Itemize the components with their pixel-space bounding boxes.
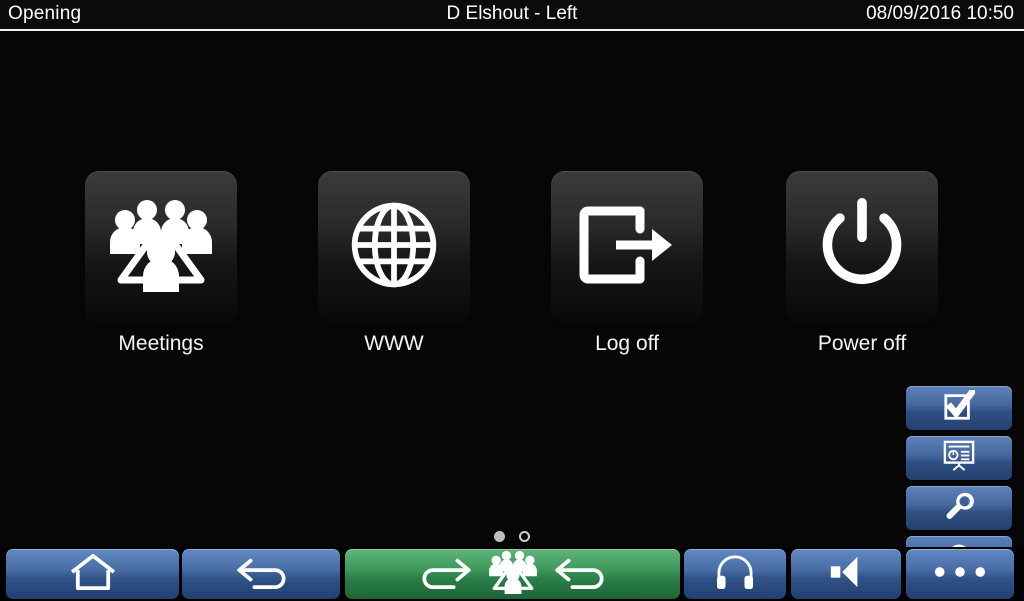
tile-log-off-surface[interactable]: [551, 171, 703, 323]
app-tile-grid: Meetings WWW Log off Power off: [0, 171, 1024, 381]
checkbox-check-icon: [943, 386, 977, 427]
tile-www-label: WWW: [364, 332, 424, 355]
headphones-button[interactable]: [684, 549, 786, 599]
tile-power-off[interactable]: Power off: [786, 171, 938, 356]
previous-arrow-icon: [551, 555, 607, 594]
tile-meetings[interactable]: Meetings: [85, 171, 237, 356]
settings-button[interactable]: [906, 486, 1012, 530]
power-icon: [814, 195, 910, 300]
logout-arrow-icon: [574, 199, 680, 296]
datetime-text: 08/09/2016 10:50: [866, 3, 1014, 24]
back-button[interactable]: [182, 549, 340, 599]
page-dot-2[interactable]: [519, 531, 531, 542]
tile-www[interactable]: WWW: [318, 171, 470, 356]
next-arrow-icon: [419, 555, 475, 594]
tile-meetings-surface[interactable]: [85, 171, 237, 323]
vote-button[interactable]: [906, 386, 1012, 430]
tile-meetings-label: Meetings: [118, 332, 204, 355]
volume-button[interactable]: [791, 549, 901, 599]
wrench-icon: [944, 491, 974, 526]
speaker-icon: [825, 554, 867, 595]
tile-power-off-surface[interactable]: [786, 171, 938, 323]
meetings-group-icon: [107, 198, 215, 297]
presentation-button[interactable]: [906, 436, 1012, 480]
page-indicator[interactable]: [0, 531, 1024, 542]
bottom-toolbar: [0, 547, 1024, 601]
meeting-nav-icon-row: [419, 550, 607, 599]
meetings-group-icon: [485, 550, 541, 599]
tile-www-surface[interactable]: [318, 171, 470, 323]
home-icon: [68, 553, 118, 596]
tile-log-off-label: Log off: [595, 332, 659, 355]
tile-log-off[interactable]: Log off: [551, 171, 703, 356]
page-dot-1[interactable]: [493, 531, 505, 542]
title-bar: Opening D Elshout - Left 08/09/2016 10:5…: [0, 0, 1024, 31]
globe-icon: [346, 197, 442, 298]
tile-power-off-label: Power off: [817, 332, 907, 355]
main-content: Meetings WWW Log off Power off: [0, 33, 1024, 580]
more-button[interactable]: [906, 549, 1014, 599]
headphones-icon: [715, 554, 755, 595]
ellipsis-icon: [932, 565, 988, 584]
meeting-nav-button[interactable]: [345, 549, 680, 599]
presentation-screen-icon: [942, 440, 976, 477]
back-arrow-icon: [233, 555, 289, 594]
touch-panel-screen: Opening D Elshout - Left 08/09/2016 10:5…: [0, 0, 1024, 601]
home-button[interactable]: [6, 549, 179, 599]
